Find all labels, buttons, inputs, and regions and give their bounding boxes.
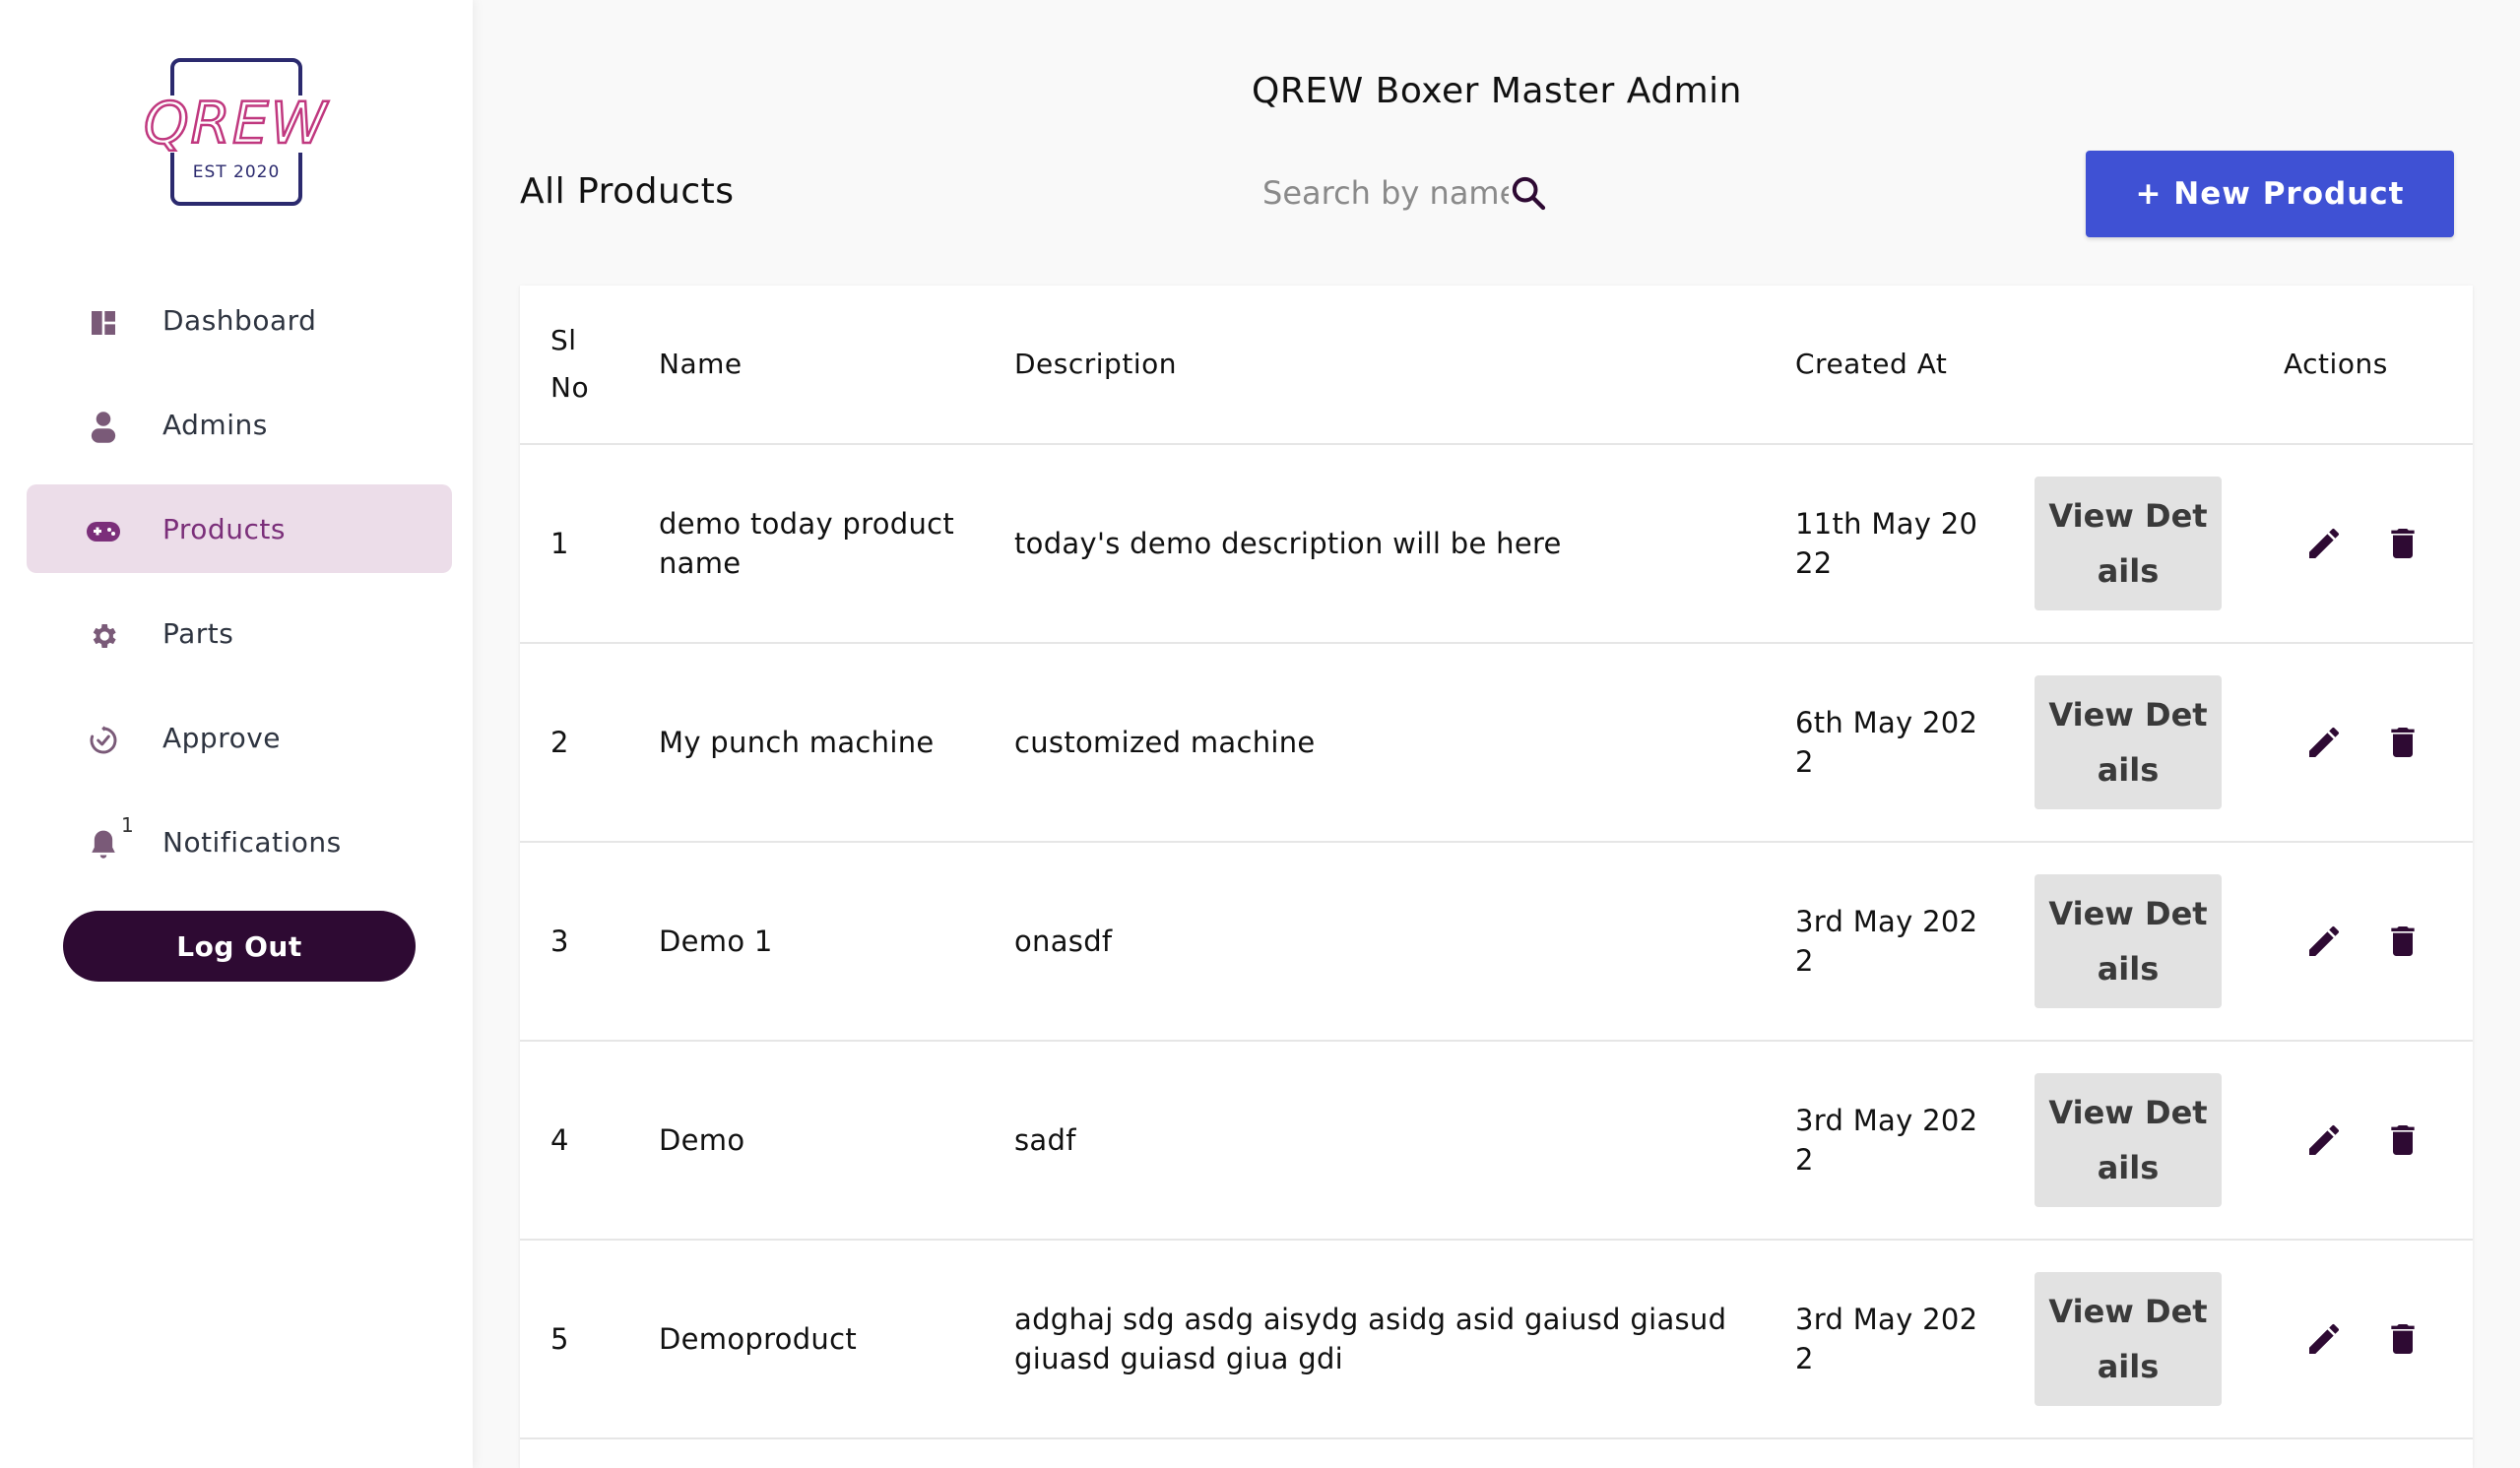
new-product-button[interactable]: + New Product [2086, 151, 2454, 237]
search-input[interactable] [1262, 174, 1509, 212]
cell-name: My punch machine [659, 726, 935, 759]
gear-icon [86, 618, 121, 654]
delete-icon[interactable] [2381, 1317, 2424, 1361]
edit-icon[interactable] [2302, 522, 2346, 565]
sidebar-item-dashboard[interactable]: Dashboard [27, 276, 452, 364]
cell-name: Demo 1 [659, 925, 773, 958]
sidebar-item-label: Admins [162, 408, 268, 441]
search-box [1262, 165, 1558, 221]
sidebar-item-parts[interactable]: Parts [27, 589, 452, 677]
view-details-button[interactable]: View Details [2035, 675, 2222, 809]
cell-description: customized machine [1014, 726, 1316, 759]
dashboard-icon [86, 305, 121, 341]
gamepad-icon [86, 514, 121, 549]
table-header: Sl No Name Description Created At Action… [520, 286, 2473, 445]
approve-icon [86, 723, 121, 758]
cell-name: Demoproduct [659, 1322, 858, 1356]
delete-icon[interactable] [2381, 1118, 2424, 1162]
cell-created: 3rd May 2022 [1795, 1104, 1978, 1177]
sidebar: QREW EST 2020 Dashboard Admins Products [0, 0, 473, 1468]
sidebar-item-notifications[interactable]: 1 Notifications [27, 798, 452, 886]
cell-created: 3rd May 2022 [1795, 905, 1978, 978]
bell-icon [86, 827, 121, 862]
cell-created: 3rd May 2022 [1795, 1303, 1978, 1375]
sidebar-item-label: Parts [162, 616, 234, 650]
notification-badge: 1 [121, 813, 134, 837]
column-header-actions: Actions [2284, 348, 2388, 380]
table-row: 2 My punch machine customized machine 6t… [520, 644, 2473, 843]
page-title: All Products [520, 171, 735, 212]
sidebar-item-products[interactable]: Products [27, 484, 452, 573]
cell-sl: 2 [550, 726, 569, 759]
logout-button[interactable]: Log Out [63, 911, 416, 982]
delete-icon[interactable] [2381, 522, 2424, 565]
cell-created: 11th May 2022 [1795, 507, 1978, 580]
table-row: 5 Demoproduct adghaj sdg asdg aisydg asi… [520, 1241, 2473, 1439]
search-icon[interactable] [1509, 172, 1550, 214]
cell-description: sadf [1014, 1123, 1076, 1157]
sidebar-nav: Dashboard Admins Products Parts Approve [27, 276, 452, 902]
qrew-logo[interactable]: QREW EST 2020 [133, 54, 340, 212]
view-details-button[interactable]: View Details [2035, 477, 2222, 610]
table-body: 1 demo today product name today's demo d… [520, 445, 2473, 1439]
view-details-button[interactable]: View Details [2035, 1073, 2222, 1207]
cell-sl: 1 [550, 527, 569, 560]
column-header-description: Description [1014, 348, 1177, 380]
column-header-sl: Sl No [550, 324, 590, 404]
app-title: QREW Boxer Master Admin [1252, 71, 1742, 111]
edit-icon[interactable] [2302, 1317, 2346, 1361]
products-table: Sl No Name Description Created At Action… [520, 286, 2473, 1468]
edit-icon[interactable] [2302, 721, 2346, 764]
cell-description: today's demo description will be here [1014, 527, 1562, 560]
sidebar-item-admins[interactable]: Admins [27, 380, 452, 469]
column-header-created: Created At [1795, 348, 1948, 380]
sidebar-item-label: Approve [162, 721, 282, 754]
cell-description: adghaj sdg asdg aisydg asidg asid gaiusd… [1014, 1303, 1727, 1375]
cell-sl: 4 [550, 1123, 569, 1157]
cell-description: onasdf [1014, 925, 1113, 958]
svg-text:QREW: QREW [144, 90, 330, 157]
cell-sl: 3 [550, 925, 569, 958]
table-row: 3 Demo 1 onasdf 3rd May 2022 View Detail… [520, 843, 2473, 1042]
delete-icon[interactable] [2381, 721, 2424, 764]
sidebar-item-label: Products [162, 512, 286, 545]
sidebar-item-label: Dashboard [162, 303, 317, 337]
cell-name: Demo [659, 1123, 745, 1157]
person-icon [86, 410, 121, 445]
view-details-button[interactable]: View Details [2035, 1272, 2222, 1406]
sidebar-item-label: Notifications [162, 825, 342, 859]
logo-est: EST 2020 [192, 162, 281, 182]
table-row: 1 demo today product name today's demo d… [520, 445, 2473, 644]
edit-icon[interactable] [2302, 1118, 2346, 1162]
edit-icon[interactable] [2302, 920, 2346, 963]
sidebar-item-approve[interactable]: Approve [27, 693, 452, 782]
cell-sl: 5 [550, 1322, 569, 1356]
delete-icon[interactable] [2381, 920, 2424, 963]
table-row: 4 Demo sadf 3rd May 2022 View Details [520, 1042, 2473, 1241]
cell-name: demo today product name [659, 507, 955, 580]
cell-created: 6th May 2022 [1795, 706, 1978, 779]
view-details-button[interactable]: View Details [2035, 874, 2222, 1008]
column-header-name: Name [659, 348, 743, 380]
